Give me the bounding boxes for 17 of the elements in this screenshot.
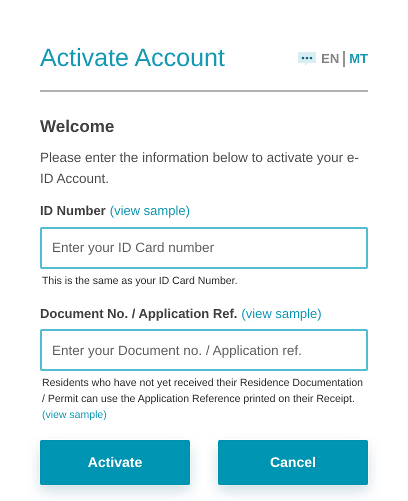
cancel-button[interactable]: Cancel [218, 440, 368, 485]
intro-text: Please enter the information below to activate your e-ID Account. [40, 149, 360, 188]
view-sample-link[interactable]: (view sample) [241, 304, 322, 323]
welcome-heading: Welcome [40, 116, 116, 138]
help-text: Residents who have not yet received their Residence Documentation / Permit can use the Application Reference printed on their Receipt. (view sample) [42, 376, 364, 423]
page-title: Activate Account [40, 43, 225, 74]
language-link[interactable]: MT [349, 49, 368, 68]
help-text: This is the same as your ID Card Number. [42, 274, 238, 288]
view-sample-link[interactable]: (view sample) [110, 201, 190, 220]
field-label: ID Number [40, 202, 106, 220]
text-input-field[interactable]: Enter your Document no. / Application ref. [40, 329, 368, 371]
chat-bubble-icon[interactable] [297, 50, 318, 67]
activate-button[interactable]: Activate [40, 440, 190, 485]
view-sample-link[interactable]: (view sample) [42, 409, 107, 421]
text-input-field[interactable]: Enter your ID Card number [40, 226, 368, 268]
language-link[interactable]: EN [321, 49, 340, 68]
field-label: Document No. / Application Ref. [40, 304, 238, 323]
